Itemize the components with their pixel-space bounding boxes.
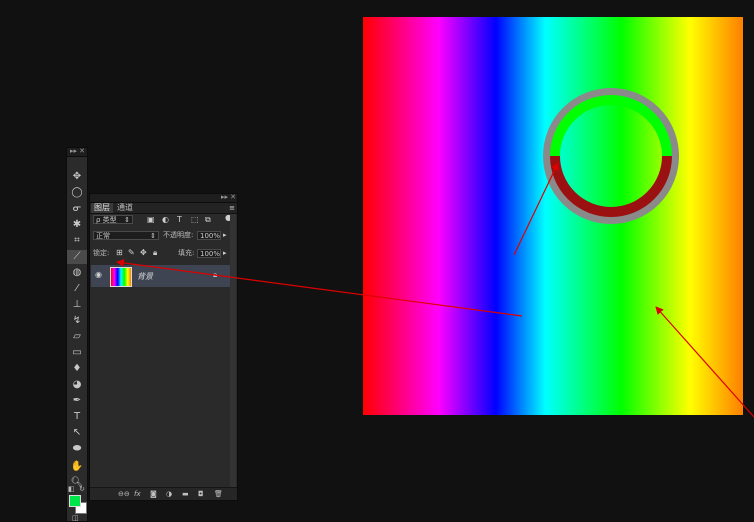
folder-icon[interactable]: ▬ <box>182 488 189 500</box>
path-selection-tool-icon[interactable]: ↖ <box>67 426 87 440</box>
fill-input[interactable]: 100% <box>197 249 221 258</box>
lock-transparent-icon[interactable]: ⊞ <box>116 248 123 258</box>
layers-scrollbar[interactable] <box>230 214 236 492</box>
opacity-input[interactable]: 100% <box>197 231 221 240</box>
mask-icon[interactable]: ◙ <box>150 488 157 500</box>
opacity-label: 不透明度: <box>163 231 194 239</box>
smart-object-filter-icon[interactable]: ⧉ <box>205 215 211 225</box>
layers-panel-footer: ⊖⊖ fx ◙ ◑ ▬ ◘ 🗑︎ <box>90 487 237 500</box>
layers-panel-header[interactable]: ▸▸ ✕ <box>90 193 237 203</box>
close-icon[interactable]: ✕ <box>79 147 85 155</box>
filter-kind-select[interactable]: ρ 类型 ⇕ <box>93 215 133 224</box>
filter-kind-value: ρ 类型 <box>96 216 117 224</box>
tools-panel: ▸▸ ✕ ✥ ◯ ᓂ ✱ ⌗ ⟋ ◍ ⁄ ⊥ ↯ ▱ ▭ ♦ ◕ ✒ T ↖ ⬬ ✋ 🔍︎ ◧ ↻ ◫ <box>66 147 88 522</box>
type-filter-icon[interactable]: T <box>177 215 182 225</box>
dodge-tool-icon[interactable]: ◕ <box>67 378 87 392</box>
lock-pixels-icon[interactable]: ✎ <box>128 248 135 258</box>
fill-dropdown-icon[interactable]: ▸ <box>223 248 227 258</box>
magic-wand-tool-icon[interactable]: ✱ <box>67 218 87 232</box>
visibility-eye-icon[interactable]: ◉ <box>95 270 102 280</box>
document-canvas[interactable] <box>363 17 743 415</box>
close-icon[interactable]: ✕ <box>230 193 236 201</box>
lock-label: 锁定: <box>93 249 110 257</box>
pixel-filter-icon[interactable]: ▣ <box>147 215 155 225</box>
foreground-color-swatch[interactable] <box>69 495 81 507</box>
blend-mode-value: 正常 <box>96 232 110 240</box>
layer-row[interactable]: ◉ 背景 🔒︎ <box>91 265 230 287</box>
fx-icon[interactable]: fx <box>134 488 141 500</box>
crop-tool-icon[interactable]: ⌗ <box>67 234 87 248</box>
chevron-down-icon: ⇕ <box>124 216 130 224</box>
link-icon[interactable]: ⊖⊖ <box>118 488 130 500</box>
clone-stamp-tool-icon[interactable]: ⊥ <box>67 298 87 312</box>
layers-panel: ▸▸ ✕ 图层 通道 ≡ ρ 类型 ⇕ ▣ ◐ T ⬚ ⧉ ● 正常 ⇕ 不透明… <box>89 193 238 501</box>
collapse-icon[interactable]: ▸▸ <box>221 193 228 201</box>
trash-icon[interactable]: 🗑︎ <box>214 488 223 500</box>
quick-mask-icon[interactable]: ◫ <box>72 514 79 522</box>
elliptical-marquee-tool-icon[interactable]: ◯ <box>67 186 87 200</box>
swap-colors-icon[interactable]: ↻ <box>79 485 85 493</box>
eyedropper-tool-icon[interactable]: ⟋ <box>67 250 87 264</box>
blend-mode-select[interactable]: 正常 ⇕ <box>93 231 159 240</box>
lock-position-icon[interactable]: ✥ <box>140 248 147 258</box>
adjustment-filter-icon[interactable]: ◐ <box>162 215 169 225</box>
eraser-tool-icon[interactable]: ▱ <box>67 330 87 344</box>
shape-filter-icon[interactable]: ⬚ <box>191 215 199 225</box>
layer-name[interactable]: 背景 <box>137 271 153 282</box>
lock-all-icon[interactable]: 🔒︎ <box>153 248 157 258</box>
new-layer-icon[interactable]: ◘ <box>198 488 204 500</box>
tools-panel-header[interactable]: ▸▸ ✕ <box>67 147 87 157</box>
history-brush-tool-icon[interactable]: ↯ <box>67 314 87 328</box>
blur-tool-icon[interactable]: ♦ <box>67 362 87 376</box>
hand-tool-icon[interactable]: ✋ <box>67 460 87 474</box>
pen-tool-icon[interactable]: ✒ <box>67 394 87 408</box>
gradient-tool-icon[interactable]: ▭ <box>67 346 87 360</box>
spot-healing-tool-icon[interactable]: ◍ <box>67 266 87 280</box>
default-colors-icon[interactable]: ◧ <box>68 485 75 493</box>
ellipse-shape-tool-icon[interactable]: ⬬ <box>67 442 87 456</box>
tab-layers[interactable]: 图层 <box>91 203 113 213</box>
layer-thumbnail <box>110 267 132 287</box>
type-tool-icon[interactable]: T <box>67 410 87 424</box>
collapse-icon[interactable]: ▸▸ <box>70 147 77 155</box>
adjustment-icon[interactable]: ◑ <box>166 488 172 500</box>
fill-label: 填充: <box>178 249 195 257</box>
tab-channels[interactable]: 通道 <box>114 203 136 213</box>
panel-menu-icon[interactable]: ≡ <box>229 203 235 213</box>
move-tool-icon[interactable]: ✥ <box>67 170 87 184</box>
brush-tool-icon[interactable]: ⁄ <box>67 282 87 296</box>
chevron-down-icon: ⇕ <box>150 232 156 240</box>
lock-icon: 🔒︎ <box>213 270 218 279</box>
opacity-dropdown-icon[interactable]: ▸ <box>223 230 227 240</box>
lasso-tool-icon[interactable]: ᓂ <box>67 202 87 216</box>
